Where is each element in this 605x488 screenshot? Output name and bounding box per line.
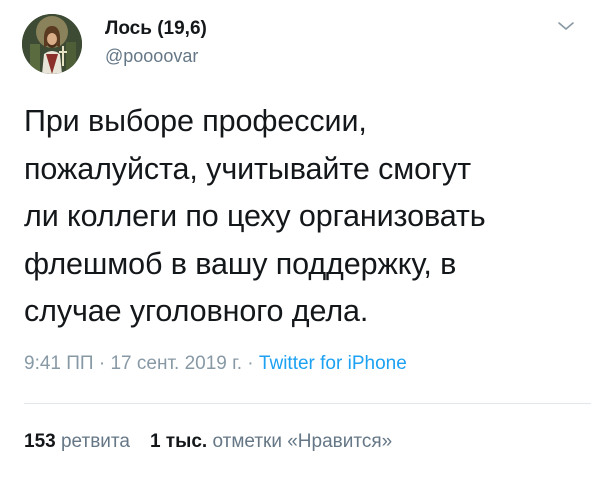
tweet-text-line: случае уголовного дела. (24, 294, 369, 328)
retweets-count: 153 (24, 431, 56, 452)
meta-separator: · (242, 353, 259, 374)
avatar[interactable] (22, 14, 82, 74)
tweet-date[interactable]: 17 сент. 2019 г. (110, 353, 242, 374)
tweet-stats: 153 ретвита 1 тыс. отметки «Нравится» (24, 430, 392, 454)
avatar-image (22, 14, 82, 74)
user-handle[interactable]: @poooovar (105, 45, 198, 67)
tweet-text-line: ли коллеги по цеху организовать (24, 199, 486, 233)
tweet: Лось (19,6) @poooovar При выборе професс… (0, 0, 605, 488)
retweets-label: ретвита (60, 431, 130, 452)
tweet-text-line: пожалуйста, учитывайте смогут (24, 151, 471, 186)
tweet-time[interactable]: 9:41 ПП (24, 353, 94, 374)
chevron-down-icon[interactable] (555, 18, 577, 34)
tweet-text: При выборе профессии, пожалуйста, учитыв… (24, 98, 594, 336)
tweet-source-link[interactable]: Twitter for iPhone (259, 353, 407, 374)
likes-label: отметки «Нравится» (212, 431, 393, 452)
divider (24, 403, 591, 404)
likes-count: 1 тыс. (149, 431, 208, 452)
tweet-text-line: При выборе профессии, (24, 104, 367, 138)
meta-separator: · (93, 353, 111, 374)
likes-stat[interactable]: 1 тыс. отметки «Нравится» (150, 431, 392, 452)
tweet-text-line: флешмоб в вашу поддержку, в (24, 246, 457, 281)
tweet-meta: 9:41 ПП · 17 сент. 2019 г. · Twitter for… (24, 352, 407, 376)
display-name[interactable]: Лось (19,6) (105, 17, 207, 41)
retweets-stat[interactable]: 153 ретвита (24, 431, 130, 452)
